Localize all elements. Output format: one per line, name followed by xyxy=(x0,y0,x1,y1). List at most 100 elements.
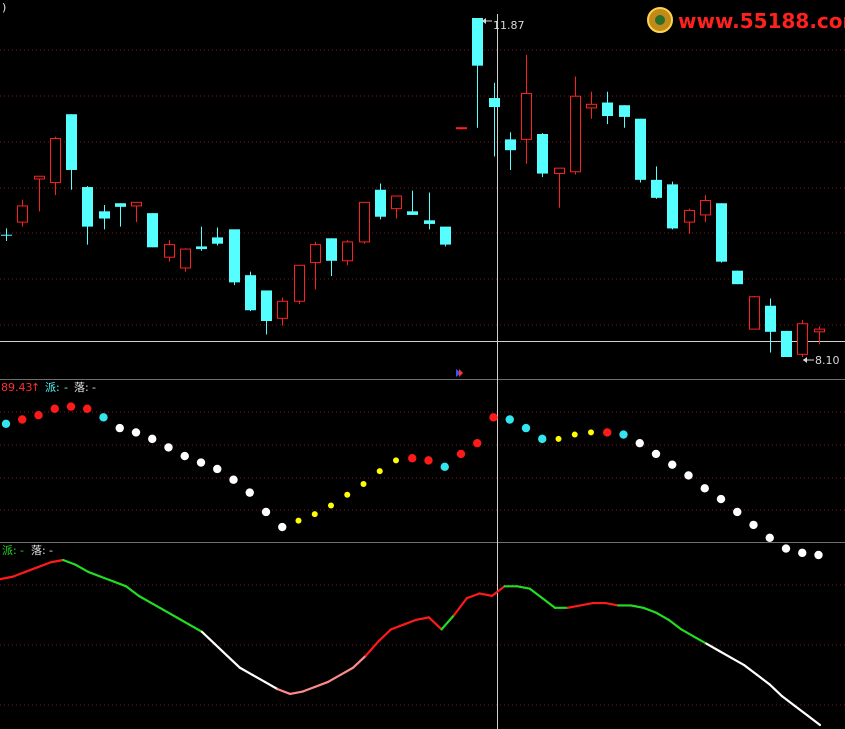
candle-body xyxy=(180,248,191,269)
indicator-dot xyxy=(50,404,59,413)
indicator-value-label: 89.43 xyxy=(1,381,33,394)
candle-body xyxy=(261,290,272,322)
candle-body xyxy=(456,127,467,130)
indicator-dot xyxy=(798,548,807,558)
indicator-line-segment xyxy=(516,585,531,590)
indicator-dot xyxy=(440,462,449,472)
candle-body xyxy=(781,330,792,357)
high-price-marker: 11.87 xyxy=(493,19,525,32)
indicator-line-segment xyxy=(654,611,670,621)
indicator-line-segment xyxy=(61,558,77,566)
candle-body xyxy=(814,328,825,333)
period-marker-icon xyxy=(459,369,463,377)
logo-icon-inner xyxy=(655,15,665,25)
indicator-line-segment xyxy=(11,570,27,578)
candle xyxy=(749,295,760,330)
indicator-dot xyxy=(278,522,287,532)
indicator-line-segment xyxy=(604,601,620,607)
indicator-dot xyxy=(668,460,677,469)
candle-body xyxy=(34,175,45,180)
indicator-label-a: 派: xyxy=(45,381,60,394)
indicator-line-segment xyxy=(541,597,557,609)
candle-body xyxy=(229,229,240,283)
candle xyxy=(17,199,28,227)
candle-body xyxy=(147,213,158,248)
indicator-line-segment xyxy=(24,566,39,574)
candle xyxy=(115,203,126,227)
indicator-line-segment xyxy=(415,616,431,621)
candle-body xyxy=(424,220,435,224)
candle xyxy=(359,201,370,244)
indicator-dot xyxy=(360,481,367,488)
candle-body xyxy=(131,201,142,207)
candle-body xyxy=(684,209,695,223)
overlay-layer xyxy=(456,18,814,377)
candle xyxy=(472,18,483,128)
indicator-line-segment xyxy=(137,594,153,605)
indicator-line-segment xyxy=(579,601,595,607)
indicator-dot xyxy=(716,494,726,504)
indicator-dot xyxy=(164,443,173,452)
indicator-line-segment xyxy=(667,618,683,631)
candle-body xyxy=(667,184,678,229)
candle-body xyxy=(82,187,93,227)
indicator-dot xyxy=(651,449,661,459)
indicator-dot xyxy=(213,464,222,474)
line-label-a: 派: xyxy=(2,544,17,557)
candle-body xyxy=(570,95,581,173)
indicator-dot xyxy=(538,434,547,444)
indicator-line-segment xyxy=(528,587,544,600)
indicator-dot xyxy=(684,471,693,480)
candle-body xyxy=(17,205,28,223)
indicator-dot xyxy=(603,428,612,437)
candle-body xyxy=(50,137,61,184)
candle-body xyxy=(391,195,402,210)
indicator-line-segment xyxy=(440,613,456,631)
candle xyxy=(294,264,305,304)
indicator-line-segment xyxy=(680,628,695,638)
indicator-line-segment xyxy=(225,654,241,669)
stock-chart: ) www.55188.com 11.87 8.10 89.43 ↑ 派: - … xyxy=(0,1,845,729)
candle xyxy=(424,192,435,230)
candle-body xyxy=(99,211,110,219)
indicator-dot xyxy=(555,435,562,442)
candle-body xyxy=(245,275,256,311)
candle-body xyxy=(521,93,532,140)
indicator-dot xyxy=(344,491,351,498)
candle-body xyxy=(326,238,337,261)
indicator-dot xyxy=(311,511,318,518)
indicator-dot xyxy=(765,533,774,542)
candle-body xyxy=(554,167,565,175)
candle xyxy=(700,195,711,223)
indicator-dot xyxy=(18,415,27,424)
candle-body xyxy=(732,270,743,285)
indicator-dot xyxy=(489,413,498,422)
candle-body xyxy=(602,102,613,117)
indicator-line-segment xyxy=(112,580,128,588)
candle xyxy=(651,166,662,199)
candle xyxy=(342,240,353,266)
indicator-line-segment xyxy=(781,695,796,707)
candle xyxy=(66,114,77,190)
candle-body xyxy=(1,234,12,236)
indicator-line-segment xyxy=(188,623,203,633)
indicator-line-segment xyxy=(238,666,254,676)
candle xyxy=(407,190,418,215)
indicator-line-segment xyxy=(755,673,771,686)
candle-body xyxy=(700,200,711,216)
indicator-label-b-value: - xyxy=(92,381,96,394)
indicator-dot xyxy=(295,517,302,524)
candle xyxy=(521,54,532,164)
candle-body xyxy=(651,179,662,198)
candle xyxy=(261,290,272,335)
indicator-line-segment xyxy=(642,606,658,614)
indicator-dot xyxy=(196,458,206,467)
candle xyxy=(489,82,500,157)
candle xyxy=(716,203,727,263)
indicator-dot xyxy=(456,449,466,459)
indicator-line-segment xyxy=(339,666,355,676)
candle xyxy=(99,205,110,230)
candle-body xyxy=(375,189,386,217)
indicator-line-segment xyxy=(326,673,342,684)
indicator-line-segment xyxy=(402,618,418,626)
